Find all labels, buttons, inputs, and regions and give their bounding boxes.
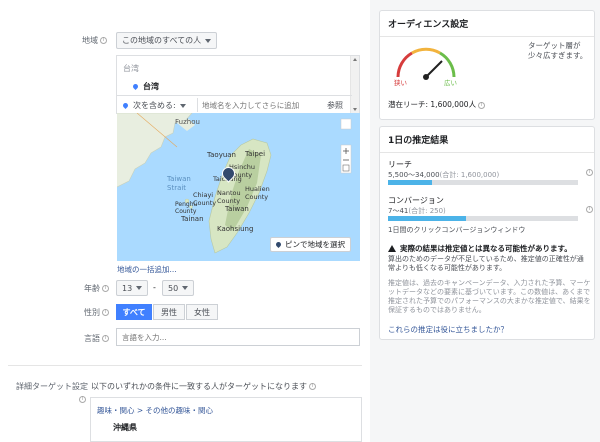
audience-description: ターゲット層が少々広すぎます。 — [528, 41, 588, 60]
info-icon[interactable]: i — [586, 206, 593, 213]
age-dash: - — [153, 283, 156, 292]
interest-item[interactable]: 沖縄県 — [113, 422, 137, 433]
map-label-taiwan: Taiwan — [225, 205, 249, 213]
reach-bar-fill — [388, 180, 432, 185]
audience-title: オーディエンス設定 — [380, 11, 594, 37]
detailed-targeting-box: 趣味・関心 > その他の趣味・関心 沖縄県 — [90, 397, 362, 442]
conversion-bar-fill — [388, 216, 466, 221]
bulk-location-link[interactable]: 地域の一括追加... — [117, 264, 177, 275]
audience-card: オーディエンス設定 狭い 広い ターゲット層が少々広すぎます。 潜在リーチ: 1… — [379, 10, 595, 120]
location-box: 台湾 台湾 次を含める: 参照 — [116, 55, 360, 114]
interest-breadcrumb[interactable]: 趣味・関心 > その他の趣味・関心 — [97, 405, 213, 416]
chevron-down-icon — [182, 286, 189, 290]
reach-bar — [388, 180, 578, 185]
map-label-taipei: Taipei — [245, 150, 266, 158]
detailed-targeting-description: 以下のいずれかの条件に一致する人がターゲットになります i — [91, 381, 316, 392]
browse-button[interactable]: 参照 — [327, 100, 343, 111]
info-icon[interactable]: i — [100, 37, 107, 44]
estimates-title: 1日の推定結果 — [380, 127, 594, 153]
gender-option-female[interactable]: 女性 — [186, 304, 218, 320]
targeting-panel: 地域i この地域のすべての人 台湾 台湾 次を含める: 参照 — [0, 0, 370, 442]
detailed-targeting-label: 詳細ターゲット設定 — [16, 382, 88, 391]
info-icon[interactable]: i — [586, 169, 593, 176]
location-label: 地域 i — [82, 35, 107, 46]
gauge-narrow-label: 狭い — [394, 79, 407, 87]
gender-option-all[interactable]: すべて — [116, 304, 152, 320]
include-dropdown[interactable]: 次を含める: — [121, 100, 186, 111]
map-label-hualien: Hualien County — [245, 185, 270, 201]
age-min-dropdown[interactable]: 13 — [116, 280, 148, 296]
info-icon[interactable]: i — [79, 396, 86, 403]
chevron-down-icon — [136, 286, 143, 290]
location-search-input[interactable] — [197, 98, 317, 112]
selected-place[interactable]: 台湾 — [131, 81, 159, 92]
section-divider — [8, 365, 362, 366]
pin-icon — [121, 101, 130, 110]
pin-icon — [274, 240, 283, 249]
conversion-value: 7〜41(合計: 250) — [388, 207, 446, 215]
location-map[interactable]: Fuzhou Taoyuan Taipei Hsinchu County Tai… — [117, 113, 360, 261]
map-label-taoyuan: Taoyuan — [207, 151, 236, 159]
info-icon[interactable]: i — [102, 335, 109, 342]
chevron-down-icon — [179, 103, 186, 108]
warning-icon — [388, 245, 396, 252]
gender-option-male[interactable]: 男性 — [153, 304, 185, 320]
age-label: 年齢 i — [84, 283, 109, 294]
feedback-link[interactable]: これらの推定は役に立ちましたか？ — [388, 324, 508, 335]
conversion-window: 1日間のクリックコンバージョンウィンドウ — [388, 226, 526, 234]
info-icon[interactable]: i — [309, 383, 316, 390]
conversion-bar — [388, 216, 578, 221]
map-label-tainan: Tainan — [181, 215, 204, 223]
potential-reach: 潜在リーチ: 1,600,000人 i — [388, 99, 486, 110]
map-label-penghu: Penghu County — [175, 201, 198, 215]
map-label-kaohsiung: Kaohsiung — [217, 225, 254, 233]
info-icon[interactable]: i — [102, 309, 109, 316]
pin-icon — [131, 82, 140, 91]
warning-title: 実際の結果は推定値とは異なる可能性があります。 — [388, 243, 572, 254]
conversion-title: コンバージョン — [388, 196, 444, 205]
language-label: 言語 i — [84, 333, 109, 344]
gauge-wide-label: 広い — [444, 79, 457, 87]
estimate-note: 推定値は、過去のキャンペーンデータ、入力された予算、マーケットデータなどの要素に… — [388, 279, 591, 314]
location-type-dropdown[interactable]: この地域のすべての人 — [116, 32, 218, 49]
gender-label: 性別 i — [84, 307, 109, 318]
pin-select-button[interactable]: ピンで地域を選択 — [270, 237, 351, 252]
estimates-card: 1日の推定結果 リーチ 5,500〜34,000(合計: 1,600,000) … — [379, 126, 595, 340]
age-max-dropdown[interactable]: 50 — [162, 280, 194, 296]
info-icon[interactable]: i — [478, 101, 486, 109]
chevron-down-icon — [205, 38, 212, 43]
country-header: 台湾 — [123, 64, 139, 73]
warning-body: 算出のためのデータが不足しているため、推定値の正確性が通常よりも低くなる可能性が… — [388, 255, 584, 272]
reach-title: リーチ — [388, 160, 412, 169]
info-icon[interactable]: i — [102, 285, 109, 292]
reach-value: 5,500〜34,000(合計: 1,600,000) — [388, 171, 500, 179]
language-input[interactable] — [116, 328, 360, 346]
map-label-fuzhou: Fuzhou — [175, 118, 200, 126]
